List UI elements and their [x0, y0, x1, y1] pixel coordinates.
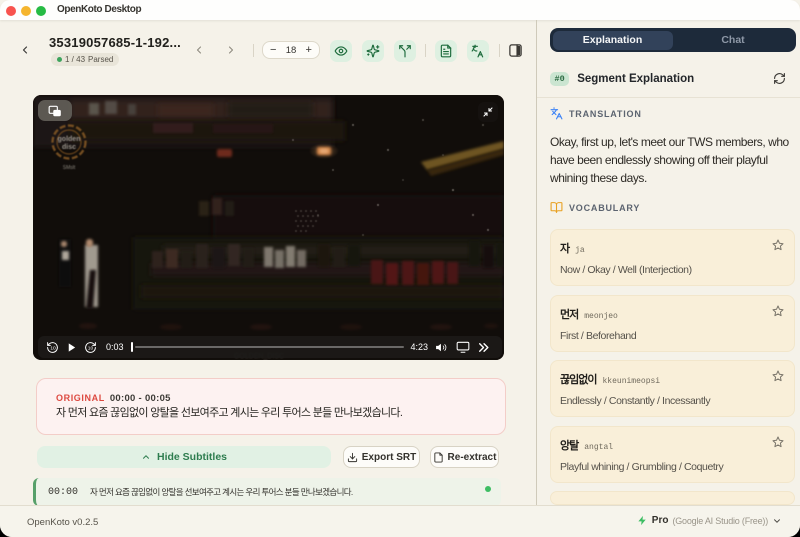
svg-text:SMslt: SMslt: [63, 165, 76, 171]
svg-text:golden: golden: [58, 136, 81, 143]
svg-text:disc: disc: [62, 144, 76, 151]
svg-text:10: 10: [50, 345, 56, 351]
svg-text:10: 10: [88, 345, 94, 351]
